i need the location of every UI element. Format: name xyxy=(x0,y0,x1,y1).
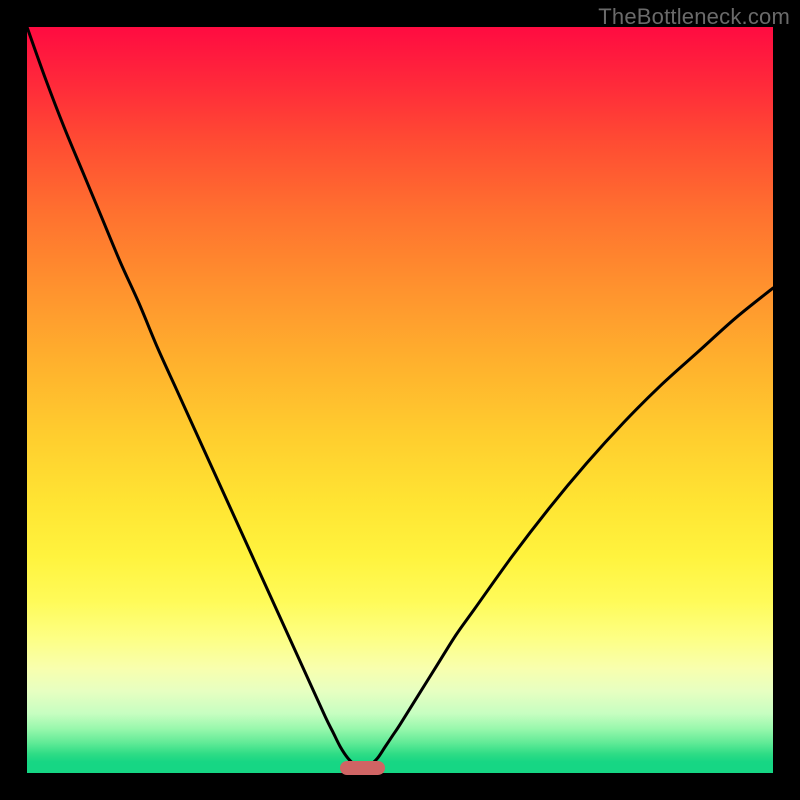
watermark-text: TheBottleneck.com xyxy=(598,4,790,30)
chart-frame: TheBottleneck.com xyxy=(0,0,800,800)
curve-path xyxy=(27,27,773,773)
bottleneck-curve xyxy=(27,27,773,773)
chart-plot-area xyxy=(27,27,773,773)
optimal-marker xyxy=(340,761,385,775)
